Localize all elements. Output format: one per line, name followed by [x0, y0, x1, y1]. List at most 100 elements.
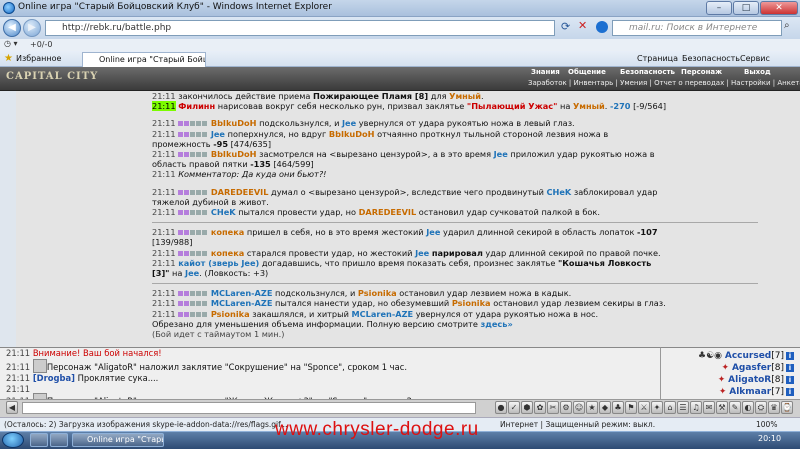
player-name[interactable]: Agasfer: [732, 363, 771, 373]
taskbar-folder-icon[interactable]: [50, 433, 68, 447]
full-log-link[interactable]: здесь»: [480, 319, 512, 329]
fighter-name[interactable]: Jee: [426, 227, 440, 237]
fighter-name[interactable]: Умный: [573, 101, 605, 111]
favorites-star-icon[interactable]: ★: [4, 53, 13, 64]
online-player[interactable]: ♣☯◉ Accursed[7] i: [667, 350, 794, 362]
online-player[interactable]: ✦ Agasfer[8] i: [667, 362, 794, 374]
chat-tool-icon[interactable]: ☰: [677, 401, 689, 414]
cmd-tools[interactable]: Сервис: [740, 54, 770, 63]
fighter-name[interactable]: Psionika: [211, 309, 250, 319]
log-text: заблокировал удар: [571, 186, 658, 197]
fighter-name[interactable]: BbIkuDoH: [211, 118, 257, 128]
player-name[interactable]: Accursed: [725, 351, 771, 361]
chat-tool-icon[interactable]: ⚒: [716, 401, 728, 414]
chat-tool-icon[interactable]: ⚔: [638, 401, 650, 414]
log-time: 21:11: [152, 247, 176, 258]
chat-tool-icon[interactable]: ●: [495, 401, 507, 414]
chat-tool-icon[interactable]: ♫: [690, 401, 702, 414]
chat-tool-icon[interactable]: ◆: [599, 401, 611, 414]
counter-text[interactable]: +0/-0: [30, 40, 52, 49]
chat-tool-icon[interactable]: ✂: [547, 401, 559, 414]
game-menu-item[interactable]: Персонаж: [681, 68, 722, 78]
chat-tool-icon[interactable]: ♛: [768, 401, 780, 414]
fighter-name[interactable]: MCLaren-AZE: [211, 298, 273, 308]
url-input[interactable]: http://rebk.ru/battle.php: [45, 20, 555, 36]
fighter-name[interactable]: BbIkuDoH: [211, 149, 257, 159]
fighter-name[interactable]: MCLaren-AZE: [352, 309, 414, 319]
game-menu-item[interactable]: Безопасность: [620, 68, 675, 78]
chat-tool-icon[interactable]: ⚙: [560, 401, 572, 414]
fighter-name[interactable]: -270: [610, 101, 631, 111]
back-button[interactable]: ◀: [3, 19, 21, 37]
log-text: ударил длинной секирой в область лопаток: [440, 227, 638, 238]
favorites-button[interactable]: Избранное: [16, 54, 61, 63]
stop-icon[interactable]: ✕: [578, 19, 592, 33]
fighter-name[interactable]: CHeK: [211, 207, 236, 217]
chat-tool-icon[interactable]: ◀: [6, 401, 18, 414]
game-menu-item[interactable]: Общение: [568, 68, 606, 78]
search-provider-icon[interactable]: [596, 21, 608, 33]
search-input[interactable]: mail.ru: Поиск в Интернете: [612, 20, 782, 36]
chat-author[interactable]: [Drogba]: [33, 373, 75, 383]
close-button[interactable]: ✕: [760, 1, 798, 15]
forward-button[interactable]: ▶: [23, 19, 41, 37]
minimize-button[interactable]: –: [706, 1, 732, 15]
chat-input[interactable]: [22, 402, 476, 414]
player-name[interactable]: AligatoR: [728, 375, 771, 385]
chat-tool-icon[interactable]: ✿: [534, 401, 546, 414]
start-button[interactable]: [2, 432, 24, 448]
tab-active[interactable]: Online игра "Старый Бойцовский Клуб": [82, 52, 206, 67]
battle-log: 21:11 закончилось действие приема Пожира…: [16, 91, 766, 347]
skype-icon[interactable]: ◷ ▾: [4, 39, 18, 48]
chat-tool-icon[interactable]: ◐: [742, 401, 754, 414]
fighter-name[interactable]: BbIkuDoH: [329, 129, 375, 139]
fighter-name[interactable]: кайот (зверь Jee): [178, 258, 259, 268]
fighter-name[interactable]: DAREDEEVIL: [211, 187, 269, 197]
fighter-name[interactable]: Умный: [449, 91, 481, 101]
fighter-name[interactable]: Psionika: [452, 298, 491, 308]
game-menu-item[interactable]: Выход: [744, 68, 771, 78]
log-time: 21:11: [152, 288, 176, 299]
taskbar-item-ie[interactable]: Online игра "Старый...: [72, 433, 164, 447]
chat-tool-icon[interactable]: ✦: [651, 401, 663, 414]
fighter-name[interactable]: копека: [211, 227, 244, 237]
info-icon[interactable]: i: [786, 388, 794, 396]
maximize-button[interactable]: □: [733, 1, 759, 15]
info-icon[interactable]: i: [786, 364, 794, 372]
chat-tool-icon[interactable]: ⛭: [755, 401, 767, 414]
fighter-name[interactable]: CHeK: [547, 187, 572, 197]
info-icon[interactable]: i: [786, 376, 794, 384]
fighter-name[interactable]: Jee: [211, 129, 225, 139]
chat-tool-icon[interactable]: ☺: [573, 401, 585, 414]
chat-tool-icon[interactable]: ✎: [729, 401, 741, 414]
fighter-name[interactable]: копека: [211, 248, 244, 258]
chat-tool-icon[interactable]: ★: [586, 401, 598, 414]
player-name[interactable]: Alkmaar: [729, 387, 771, 397]
fighter-name[interactable]: Jee: [415, 248, 429, 258]
zoom-level[interactable]: 100%: [756, 418, 777, 431]
game-menu-item[interactable]: Знания: [531, 68, 560, 78]
info-icon[interactable]: i: [786, 352, 794, 360]
chat-tool-icon[interactable]: ⌚: [781, 401, 793, 414]
chat-tool-icon[interactable]: ♣: [612, 401, 624, 414]
cmd-security[interactable]: Безопасность: [682, 54, 740, 63]
fighter-name[interactable]: Psionika: [358, 288, 397, 298]
taskbar-ie-icon[interactable]: [30, 433, 48, 447]
fighter-name[interactable]: Jee: [494, 149, 508, 159]
chat-tool-icon[interactable]: ✓: [508, 401, 520, 414]
cmd-page[interactable]: Страница: [637, 54, 678, 63]
refresh-icon[interactable]: ⟳: [561, 20, 575, 34]
online-player[interactable]: ✦ AligatoR[8] i: [667, 374, 794, 386]
fighter-name[interactable]: Jee: [185, 268, 199, 278]
online-player[interactable]: ✦ Alkmaar[7] i: [667, 386, 794, 398]
chat-tool-icon[interactable]: ⚑: [625, 401, 637, 414]
chat-tool-icon[interactable]: ⌂: [664, 401, 676, 414]
chat-tool-icon[interactable]: ✉: [703, 401, 715, 414]
fighter-name[interactable]: MCLaren-AZE: [211, 288, 273, 298]
fighter-name[interactable]: Jee: [342, 118, 356, 128]
search-icon[interactable]: ⌕: [784, 20, 790, 31]
fighter-name[interactable]: DAREDEEVIL: [359, 207, 417, 217]
game-submenu[interactable]: Заработок | Инвентарь | Умения | Отчет о…: [528, 79, 800, 89]
log-time: (Бой идет с таймаутом 1 мин.): [152, 329, 285, 340]
chat-tool-icon[interactable]: ⬢: [521, 401, 533, 414]
